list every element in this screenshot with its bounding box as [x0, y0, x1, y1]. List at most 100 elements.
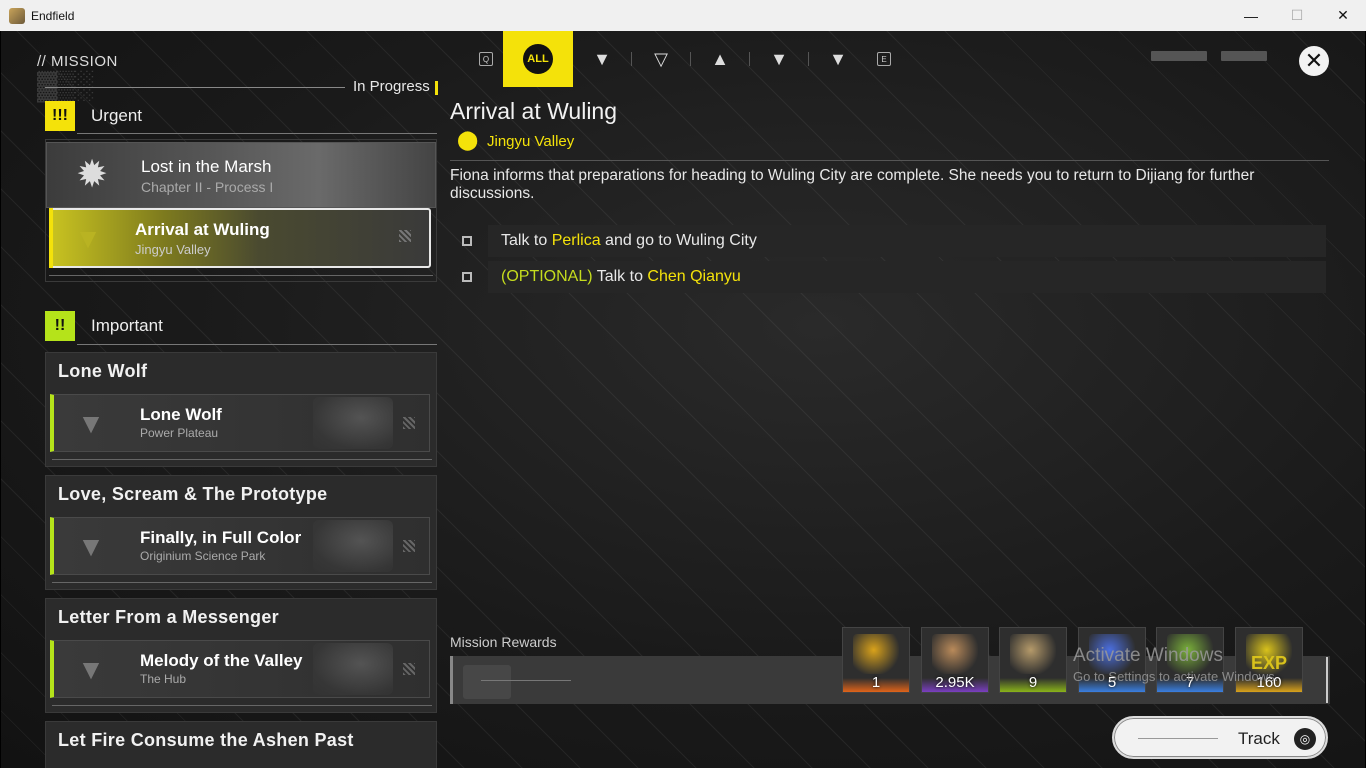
track-button[interactable]: Track ◎ [1112, 716, 1328, 759]
mission-location: The Hub [140, 672, 187, 686]
watermark-title: Activate Windows [1073, 645, 1223, 666]
mission-type-icon: ▼ [77, 408, 105, 439]
close-window-button[interactable]: ✕ [1320, 0, 1366, 31]
mission-type-icon: ▼ [593, 48, 611, 69]
location-pin-icon: ⬤ [457, 130, 479, 151]
filter-next-key[interactable]: E [877, 52, 891, 66]
divider [52, 459, 432, 460]
urgent-label: Urgent [91, 106, 143, 125]
reward-gold-crystal[interactable]: 1 [842, 627, 910, 693]
hatch-icon [403, 417, 415, 429]
mission-type-icon: ▼ [770, 48, 788, 69]
app-icon [9, 7, 25, 24]
divider [49, 275, 433, 276]
divider [1326, 657, 1328, 703]
divider [1138, 738, 1218, 739]
mission-group-card: Let Fire Consume the Ashen Past [45, 721, 437, 768]
deco-bar [1221, 51, 1267, 61]
mission-item[interactable]: ▼ Melody of the Valley The Hub [50, 640, 430, 698]
objective-npc: Perlica [551, 232, 601, 249]
objective-row: Talk to Perlica and go to Wuling City [488, 225, 1326, 257]
urgent-section-header: !!! Urgent [45, 99, 142, 133]
mission-item[interactable]: ▼ Lone Wolf Power Plateau [50, 394, 430, 452]
mission-item-selected[interactable]: ▼ Arrival at Wuling Jingyu Valley [49, 208, 431, 268]
filter-prev-key[interactable]: Q [479, 52, 493, 66]
hatch-icon [403, 540, 415, 552]
mission-group-title: Love, Scream & The Prototype [58, 484, 328, 504]
reward-item-icon [1010, 634, 1056, 674]
mission-detail-location: Jingyu Valley [487, 133, 575, 150]
important-icon: !! [45, 311, 75, 341]
reward-currency[interactable]: 2.95K [921, 627, 989, 693]
filter-tab-3[interactable]: ▲ [691, 31, 749, 87]
mission-description: Fiona informs that preparations for head… [450, 167, 1255, 202]
minimize-button[interactable]: — [1228, 0, 1274, 31]
game-viewport: // MISSION ▓▒░ Q ALL ▼ ▽ ▲ ▼ ▼ E ✕ In Pr… [1, 31, 1365, 768]
mission-type-icon: ▼ [829, 48, 847, 69]
mission-type-icon: ▼ [77, 531, 105, 562]
divider [77, 133, 437, 134]
filter-tab-2[interactable]: ▽ [632, 31, 690, 87]
mission-group-title: Letter From a Messenger [58, 607, 279, 627]
mission-header: // MISSION [37, 53, 118, 70]
divider [77, 344, 437, 345]
urgent-icon: !!! [45, 101, 75, 131]
deco-bar [1151, 51, 1207, 61]
logo-deco: ▓▒░ [37, 69, 93, 100]
divider [481, 680, 571, 681]
character-portrait [313, 520, 393, 572]
hatch-icon [403, 663, 415, 675]
mission-group-title: Lone Wolf [58, 361, 148, 381]
filter-bar: Q ALL ▼ ▽ ▲ ▼ ▼ E [469, 31, 901, 87]
reward-box-icon [463, 665, 511, 699]
reward-count: 9 [1028, 674, 1038, 691]
reward-item-icon [932, 634, 978, 674]
objective-optional-tag: (OPTIONAL) [501, 268, 593, 285]
close-menu-button[interactable]: ✕ [1299, 46, 1329, 76]
mission-group-card: Lone Wolf ▼ Lone Wolf Power Plateau [45, 352, 437, 467]
divider [52, 705, 432, 706]
divider [450, 160, 1329, 161]
reward-count: 2.95K [935, 674, 975, 691]
track-icon: ◎ [1294, 728, 1316, 750]
mission-type-icon: ▽ [654, 48, 668, 69]
divider [45, 87, 345, 88]
reward-item-icon [853, 634, 899, 674]
mission-name: Arrival at Wuling [135, 220, 270, 239]
emblem-icon: ✹ [76, 154, 108, 196]
window-controls: — ☐ ✕ [1228, 0, 1366, 31]
filter-tab-all[interactable]: ALL [503, 31, 573, 87]
rewards-label: Mission Rewards [450, 634, 557, 650]
filter-all-label: ALL [523, 44, 553, 74]
important-section-header: !! Important [45, 309, 163, 343]
filter-tab-1[interactable]: ▼ [573, 31, 631, 87]
mission-group-card: Letter From a Messenger ▼ Melody of the … [45, 598, 437, 713]
character-portrait [313, 643, 393, 695]
reward-count: 1 [871, 674, 881, 691]
mission-type-icon: ▼ [77, 654, 105, 685]
reward-exp-book[interactable]: 9 [999, 627, 1067, 693]
activation-watermark: Activate Windows Go to Settings to activ… [1073, 645, 1278, 684]
mission-group-card: Love, Scream & The Prototype ▼ Finally, … [45, 475, 437, 590]
maximize-button[interactable]: ☐ [1274, 0, 1320, 31]
divider [52, 582, 432, 583]
mission-location: Power Plateau [140, 426, 219, 440]
mission-name: Melody of the Valley [140, 651, 303, 670]
objective-text: and go to Wuling City [600, 232, 757, 249]
mission-location: Jingyu Valley [135, 242, 211, 257]
objective-row: (OPTIONAL) Talk to Chen Qianyu [488, 261, 1326, 293]
selected-accent [49, 208, 53, 268]
objective-checkbox [462, 236, 472, 246]
filter-tab-5[interactable]: ▼ [809, 31, 867, 87]
mission-name: Lone Wolf [140, 405, 222, 424]
watermark-subtitle: Go to Settings to activate Windows. [1073, 669, 1279, 684]
mission-item[interactable]: ▼ Finally, in Full Color Originium Scien… [50, 517, 430, 575]
objective-npc: Chen Qianyu [647, 268, 741, 285]
important-label: Important [91, 316, 163, 335]
mission-type-icon: ▲ [711, 48, 729, 69]
character-portrait [313, 397, 393, 449]
urgent-mission-banner[interactable]: ✹ Lost in the Marsh Chapter II - Process… [46, 142, 436, 208]
filter-tab-4[interactable]: ▼ [750, 31, 808, 87]
urgent-mission-title: Lost in the Marsh [141, 157, 272, 176]
mission-name: Finally, in Full Color [140, 528, 302, 547]
